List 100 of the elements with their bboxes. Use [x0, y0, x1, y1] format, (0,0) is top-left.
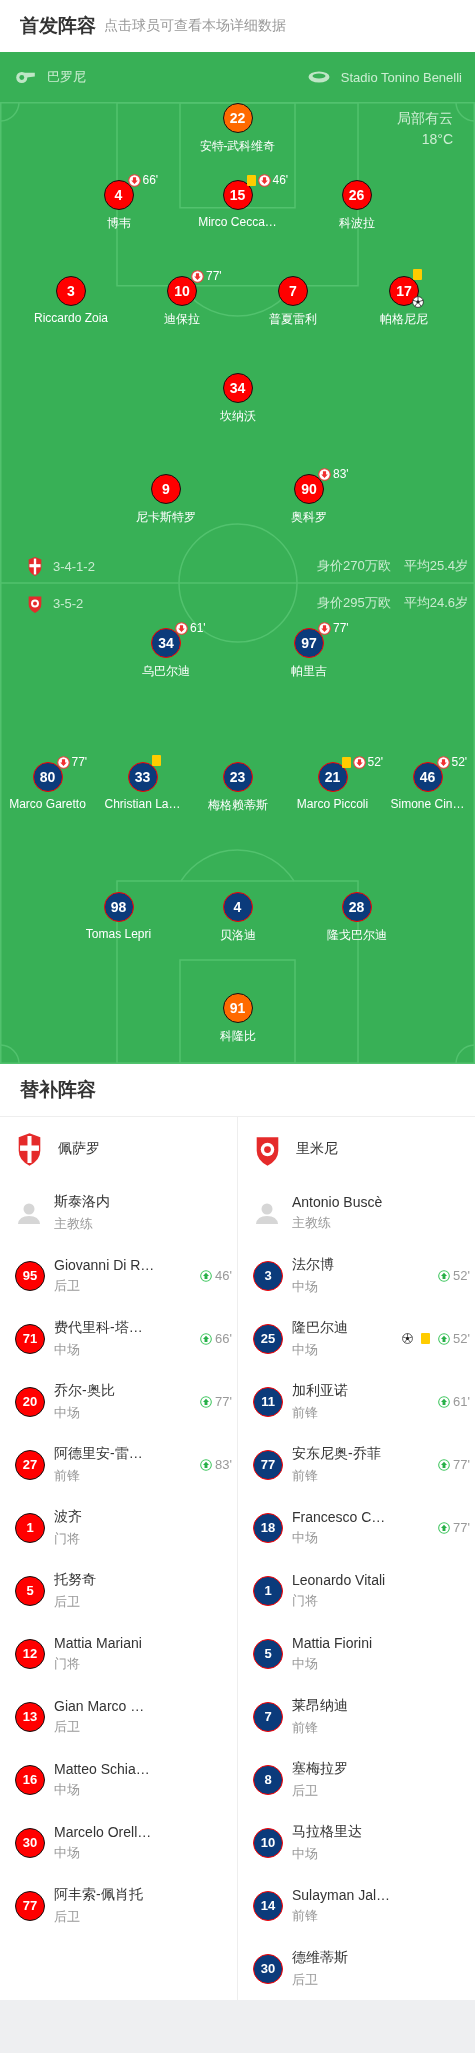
- substitution-in-icon: [200, 1395, 213, 1408]
- jersey-number[interactable]: 30: [253, 1953, 283, 1984]
- jersey-number[interactable]: 1: [15, 1512, 45, 1543]
- player-name[interactable]: 塞梅拉罗: [292, 1759, 470, 1778]
- jersey-number[interactable]: 27: [15, 1449, 45, 1480]
- jersey-number[interactable]: 4: [103, 180, 134, 210]
- jersey-number[interactable]: 3: [253, 1260, 283, 1291]
- weather-text: 局部有云: [397, 110, 453, 128]
- jersey-number[interactable]: 3: [56, 276, 86, 306]
- jersey-number[interactable]: 15: [222, 180, 253, 210]
- jersey-number[interactable]: 97: [294, 628, 324, 658]
- jersey-number[interactable]: 21: [317, 762, 348, 792]
- team-name: 佩萨罗: [58, 1140, 100, 1158]
- jersey-number[interactable]: 13: [15, 1701, 45, 1732]
- jersey-number[interactable]: 77: [15, 1890, 45, 1921]
- player-name[interactable]: 马拉格里达: [292, 1822, 470, 1841]
- jersey-number[interactable]: 10: [167, 276, 197, 306]
- jersey-number[interactable]: 16: [15, 1764, 45, 1795]
- jersey-number[interactable]: 12: [15, 1638, 45, 1669]
- jersey-number[interactable]: 7: [278, 276, 308, 306]
- player-name[interactable]: 法尔博: [292, 1255, 439, 1274]
- substitution-out-icon: [436, 755, 450, 769]
- jersey-number[interactable]: 5: [253, 1638, 283, 1669]
- team-crest-icon: [27, 556, 43, 576]
- formation-text: 3-5-2: [53, 595, 84, 611]
- coach-name[interactable]: 斯泰洛内: [54, 1192, 237, 1211]
- substitution-minute: 52': [451, 755, 468, 769]
- player-position: 中场: [292, 1277, 319, 1296]
- substitution-in-icon: [200, 1458, 213, 1471]
- jersey-number[interactable]: 10: [253, 1827, 283, 1858]
- substitution-minute: 61': [453, 1394, 470, 1409]
- jersey-number[interactable]: 7: [253, 1701, 283, 1732]
- player-name[interactable]: 加利亚诺: [292, 1381, 439, 1400]
- jersey-number[interactable]: 14: [253, 1890, 283, 1921]
- jersey-number[interactable]: 33: [127, 762, 158, 792]
- player-position: 中场: [54, 1340, 81, 1359]
- jersey-number[interactable]: 98: [103, 892, 134, 922]
- jersey-number[interactable]: 11: [253, 1386, 283, 1417]
- player-name[interactable]: 隆巴尔迪: [292, 1318, 403, 1337]
- player-name[interactable]: 托努奇: [54, 1570, 232, 1589]
- jersey-number[interactable]: 20: [15, 1386, 45, 1417]
- substitution-minute: 61': [190, 621, 206, 635]
- player-name[interactable]: 阿德里安-雷…: [54, 1444, 201, 1463]
- jersey-number[interactable]: 34: [151, 628, 181, 658]
- player-name[interactable]: Gian Marco …: [54, 1697, 232, 1714]
- player-name[interactable]: Marcelo Orell…: [54, 1823, 232, 1840]
- player-name[interactable]: Mattia Fiorini: [292, 1634, 470, 1651]
- stadium-icon: [307, 71, 330, 83]
- substitution-in-icon: [438, 1395, 451, 1408]
- player-position: 后卫: [54, 1717, 81, 1736]
- jersey-number[interactable]: 25: [253, 1323, 283, 1354]
- player-position: 后卫: [54, 1276, 81, 1295]
- player-name[interactable]: Sulayman Jal…: [292, 1886, 470, 1903]
- substitution-out-icon: [175, 621, 188, 635]
- jersey-number[interactable]: 8: [253, 1764, 283, 1795]
- jersey-number[interactable]: 18: [253, 1512, 283, 1543]
- jersey-number[interactable]: 34: [222, 373, 253, 403]
- player-name[interactable]: Leonardo Vitali: [292, 1571, 470, 1588]
- jersey-number[interactable]: 46: [412, 762, 443, 792]
- player-position: 前锋: [54, 1466, 81, 1485]
- substitution-out-icon: [318, 467, 331, 481]
- player-position: 门将: [54, 1529, 81, 1548]
- jersey-number[interactable]: 90: [294, 474, 324, 504]
- jersey-number[interactable]: 4: [222, 892, 253, 922]
- player-name[interactable]: Francesco C…: [292, 1508, 439, 1525]
- jersey-number[interactable]: 17: [389, 276, 419, 306]
- jersey-number[interactable]: 95: [15, 1260, 45, 1291]
- referee-name: 巴罗尼: [47, 68, 86, 86]
- player-name[interactable]: 波齐: [54, 1507, 232, 1526]
- player-name[interactable]: Matteo Schia…: [54, 1760, 232, 1777]
- jersey-number[interactable]: 5: [15, 1575, 45, 1606]
- formation-text: 3-4-1-2: [53, 558, 95, 574]
- football-icon: [412, 296, 424, 308]
- player-name[interactable]: Giovanni Di R…: [54, 1256, 201, 1273]
- substitution-minute: 77': [215, 1394, 232, 1409]
- player-name[interactable]: 安东尼奥-乔菲: [292, 1444, 439, 1463]
- jersey-number[interactable]: 23: [222, 762, 253, 792]
- booking-card-icon: [341, 756, 351, 768]
- section-title: 替补阵容: [20, 1078, 96, 1102]
- substitution-out-icon: [257, 173, 271, 187]
- booking-card-icon: [421, 1333, 431, 1344]
- player-name[interactable]: 阿丰索-佩肖托: [54, 1885, 232, 1904]
- player-name[interactable]: 费代里科-塔…: [54, 1318, 201, 1337]
- jersey-number[interactable]: 1: [253, 1575, 283, 1606]
- jersey-number[interactable]: 71: [15, 1323, 45, 1354]
- jersey-number[interactable]: 77: [253, 1449, 283, 1480]
- substitution-in-icon: [438, 1269, 451, 1282]
- section-hint: 点击球员可查看本场详细数据: [104, 17, 286, 35]
- player-name[interactable]: 德维蒂斯: [292, 1948, 470, 1967]
- player-position: 前锋: [292, 1466, 319, 1485]
- substitution-in-icon: [200, 1332, 213, 1345]
- jersey-number[interactable]: 9: [151, 474, 181, 504]
- player-name[interactable]: 莱昂纳迪: [292, 1696, 470, 1715]
- jersey-number[interactable]: 80: [32, 762, 63, 792]
- jersey-number[interactable]: 26: [341, 180, 372, 210]
- jersey-number[interactable]: 28: [341, 892, 372, 922]
- player-name[interactable]: 乔尔-奥比: [54, 1381, 201, 1400]
- jersey-number[interactable]: 30: [15, 1827, 45, 1858]
- coach-name[interactable]: Antonio Buscè: [292, 1193, 475, 1210]
- player-name[interactable]: Mattia Mariani: [54, 1634, 232, 1651]
